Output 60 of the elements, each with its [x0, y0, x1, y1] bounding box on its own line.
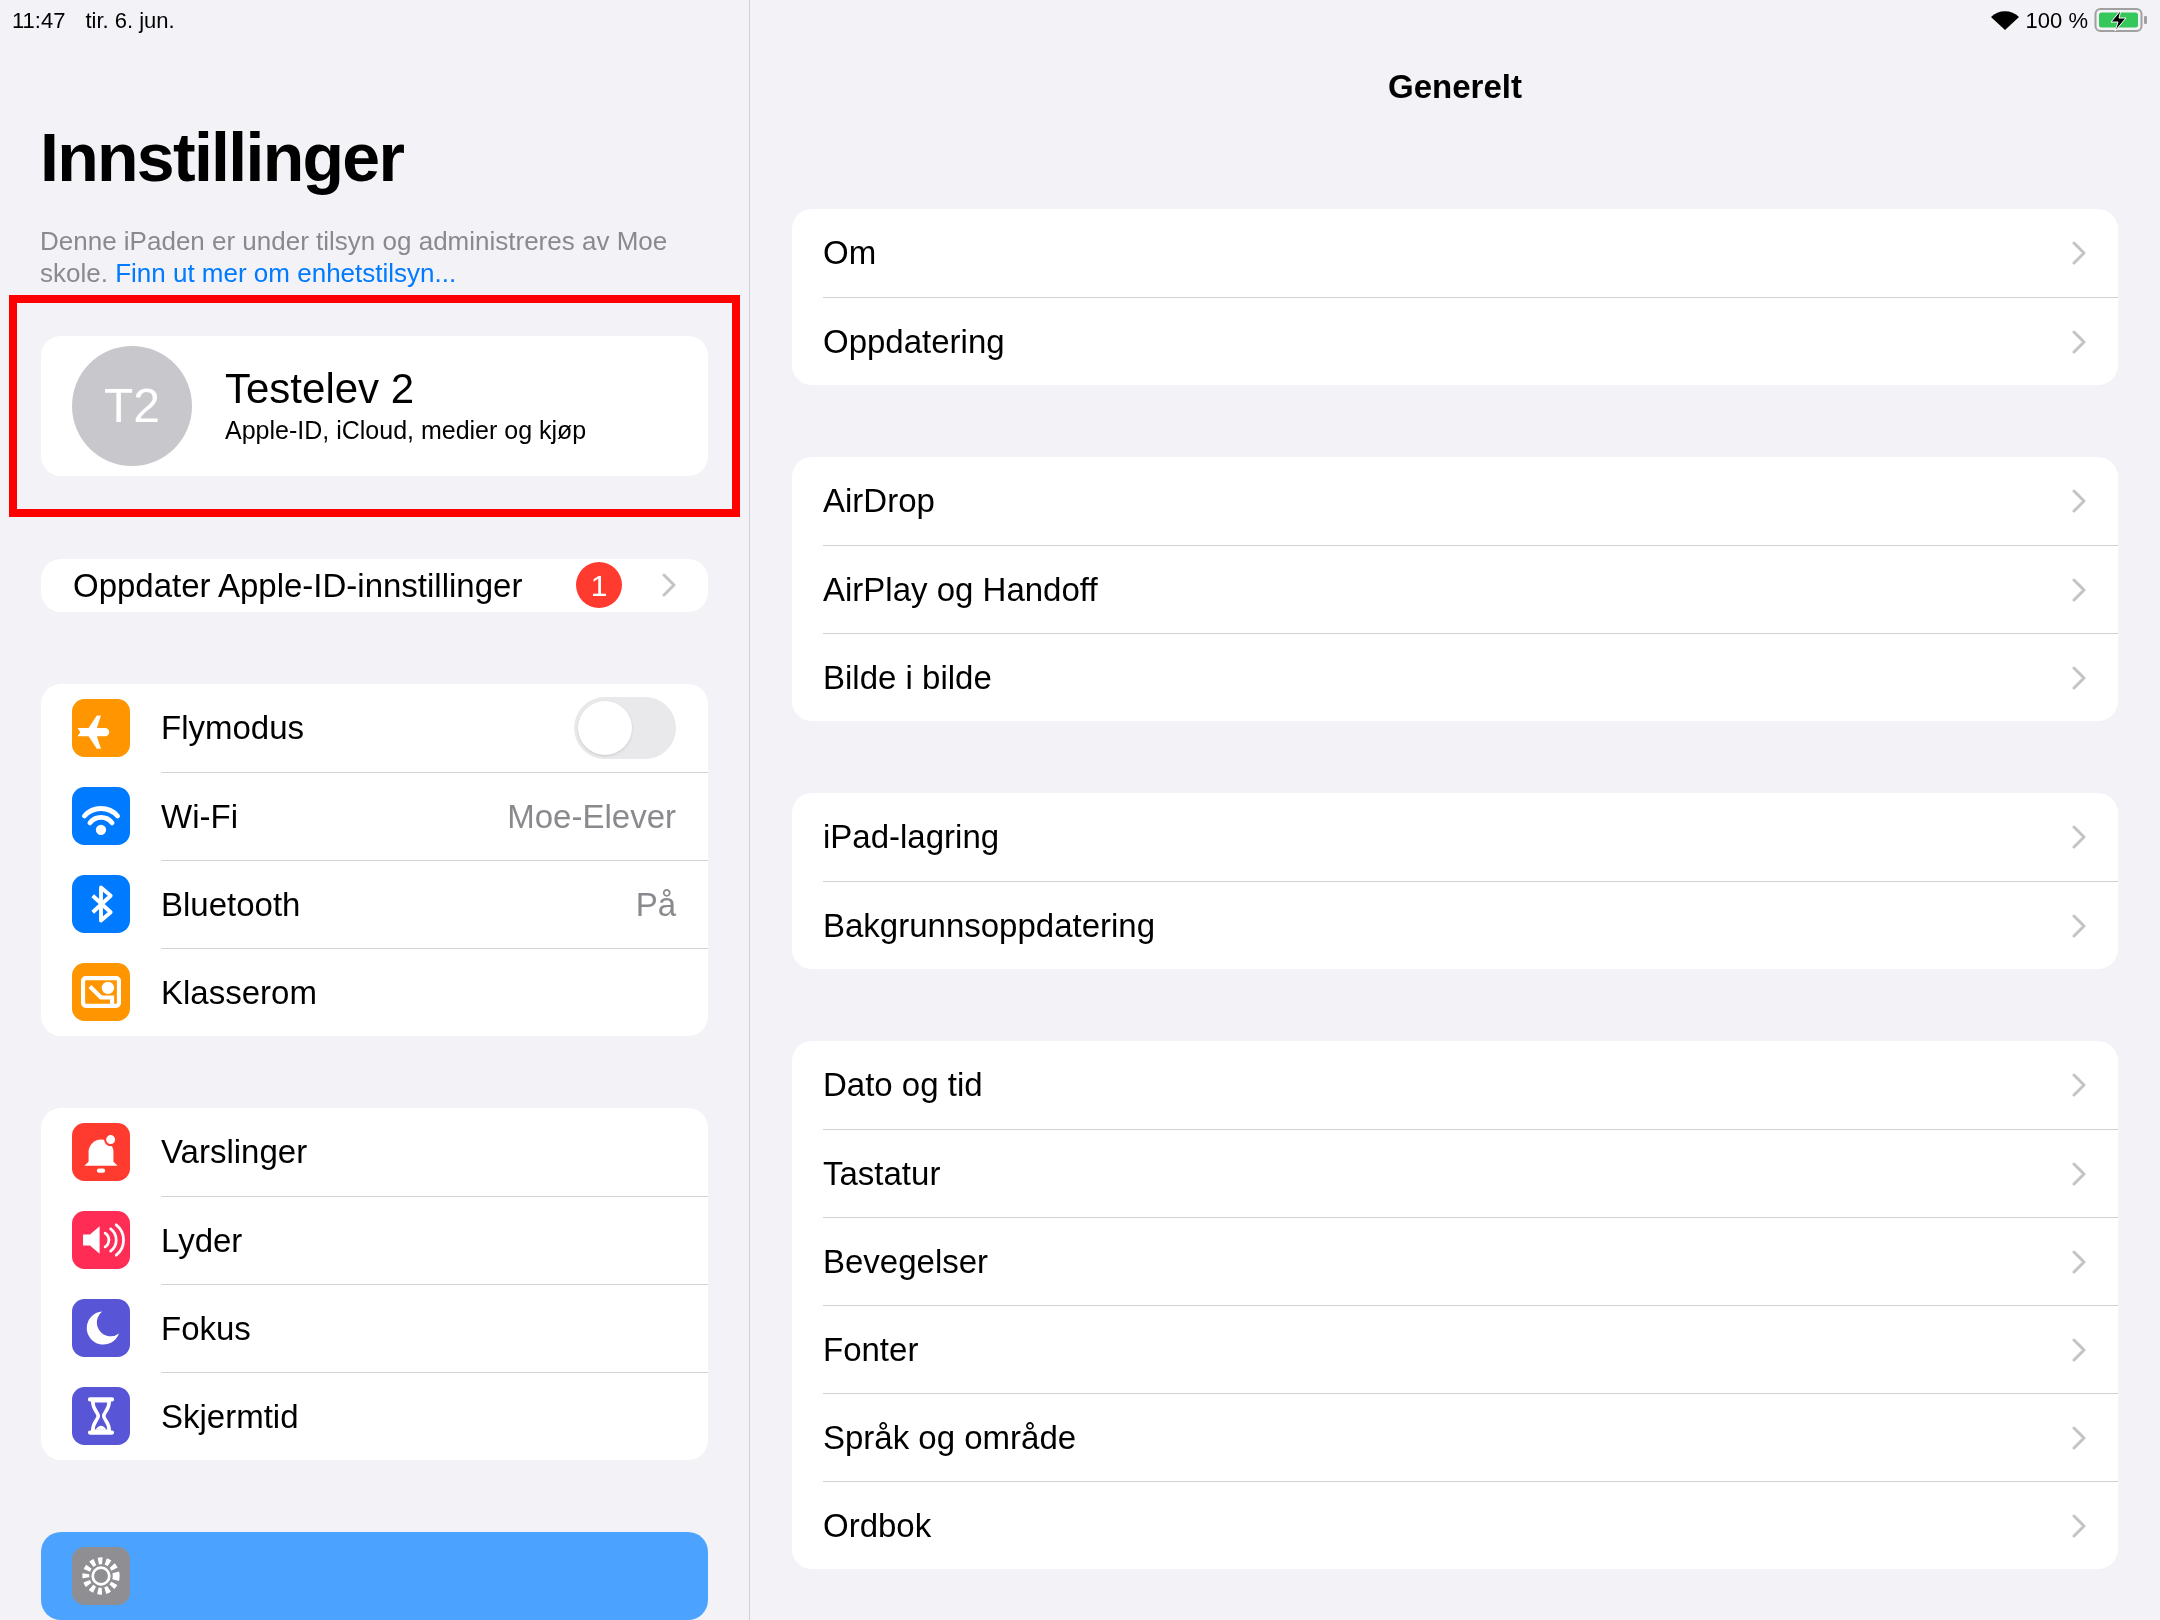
settings-row[interactable]: iPad-lagring	[792, 793, 2118, 881]
chevron-right-icon	[2072, 1337, 2086, 1362]
status-date: tir. 6. jun.	[85, 6, 175, 35]
sidebar-item[interactable]: Skjermtid	[41, 1372, 708, 1460]
sidebar-item[interactable]: Fokus	[41, 1284, 708, 1372]
item-value: På	[635, 884, 676, 925]
chevron-right-icon	[2072, 825, 2086, 849]
settings-row[interactable]: AirDrop	[792, 457, 2118, 545]
item-label: Klasserom	[161, 972, 318, 1013]
settings-row[interactable]: Oppdatering	[792, 297, 2118, 385]
settings-row[interactable]: Bilde i bilde	[792, 633, 2118, 721]
item-label: Lyder	[161, 1220, 244, 1261]
chevron-right-icon	[2072, 577, 2086, 602]
sidebar-item[interactable]: Varslinger	[41, 1108, 708, 1196]
item-value: Moe-Elever	[507, 796, 676, 837]
settings-row[interactable]: Bevegelser	[792, 1217, 2118, 1305]
profile-subtitle: Apple-ID, iCloud, medier og kjøp	[225, 414, 587, 446]
chevron-right-icon	[2072, 1425, 2086, 1450]
item-label: Skjermtid	[161, 1396, 300, 1437]
item-label: Wi-Fi	[161, 796, 239, 837]
settings-row[interactable]: Ordbok	[792, 1481, 2118, 1569]
chevron-right-icon	[662, 573, 676, 598]
sidebar-item[interactable]: Bluetooth På	[41, 860, 708, 948]
chevron-right-icon	[2072, 1249, 2086, 1274]
settings-row[interactable]: Tastatur	[792, 1129, 2118, 1217]
sidebar-item[interactable]	[41, 1532, 708, 1620]
settings-row[interactable]: Fonter	[792, 1305, 2118, 1393]
sidebar-item[interactable]: Lyder	[41, 1196, 708, 1284]
settings-row[interactable]: Dato og tid	[792, 1041, 2118, 1129]
chevron-right-icon	[2072, 665, 2086, 690]
chevron-right-icon	[2072, 913, 2086, 938]
notification-badge: 1	[576, 562, 622, 609]
settings-row[interactable]: AirPlay og Handoff	[792, 545, 2118, 633]
general-title: Generelt	[1387, 70, 1523, 103]
sidebar-item[interactable]: Flymodus	[41, 684, 708, 772]
chevron-right-icon	[2072, 1513, 2086, 1538]
supervision-notice: Denne iPaden er under tilsyn og administreres av Moe skole. Finn ut mer om enhetstilsyn...	[39, 224, 669, 289]
supervision-link[interactable]: Finn ut mer om enhetstilsyn...	[115, 257, 457, 288]
chevron-right-icon	[2072, 489, 2086, 513]
status-time: 11:47	[12, 6, 66, 35]
update-apple-id-row[interactable]: Oppdater Apple-ID-innstillinger 1	[41, 558, 708, 612]
chevron-right-icon	[2072, 329, 2086, 354]
wifi-signal-icon	[1989, 9, 2020, 31]
avatar: T2	[72, 345, 192, 466]
item-label: Flymodus	[161, 708, 306, 749]
settings-row[interactable]: Bakgrunnsoppdatering	[792, 881, 2118, 969]
chevron-right-icon	[2072, 1073, 2086, 1097]
profile-name: Testelev 2	[225, 364, 416, 413]
battery-charging-icon	[2094, 7, 2148, 33]
item-label: Bluetooth	[161, 884, 302, 925]
item-label: Varslinger	[161, 1132, 309, 1173]
sidebar-item[interactable]: Wi-Fi Moe-Elever	[41, 772, 708, 860]
settings-row[interactable]: Om	[792, 209, 2118, 297]
battery-percentage: 100 %	[2025, 6, 2088, 35]
profile-card[interactable]: T2 Testelev 2 Apple-ID, iCloud, medier og kjøp	[41, 335, 708, 476]
chevron-right-icon	[2072, 241, 2086, 265]
sidebar-item[interactable]: Klasserom	[41, 948, 708, 1036]
settings-row[interactable]: Språk og område	[792, 1393, 2118, 1481]
chevron-right-icon	[2072, 1161, 2086, 1186]
item-label: Fokus	[161, 1308, 252, 1349]
